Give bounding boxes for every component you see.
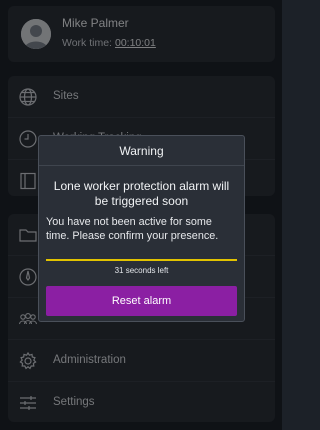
- dialog-headline: Lone worker protection alarm will be tri…: [53, 179, 230, 208]
- countdown-text: 31 seconds left: [114, 266, 169, 275]
- countdown-progress-bar: [46, 259, 237, 261]
- countdown-progress-fill: [46, 259, 237, 261]
- warning-dialog: Warning Lone worker protection alarm wil…: [38, 135, 245, 322]
- reset-alarm-button[interactable]: Reset alarm: [46, 286, 237, 316]
- dialog-message: You have not been active for some time. …: [46, 216, 219, 242]
- dialog-title: Warning: [39, 136, 244, 166]
